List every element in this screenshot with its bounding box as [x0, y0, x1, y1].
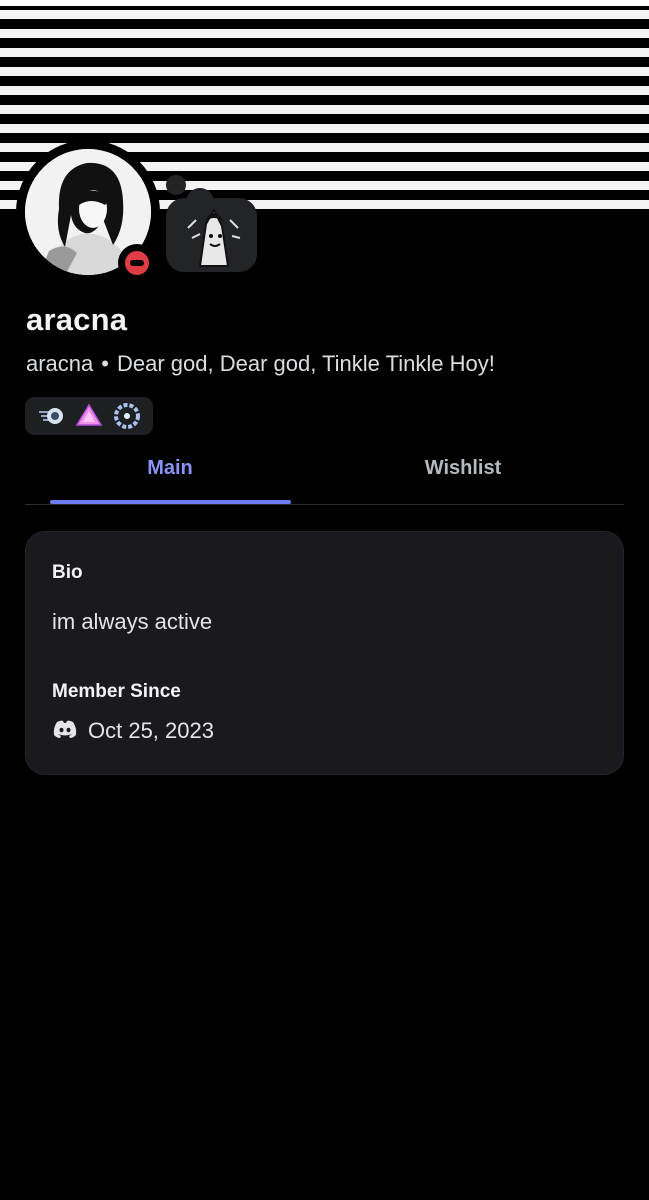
- member-since-label: Member Since: [52, 681, 181, 702]
- discord-logo-icon: [52, 719, 78, 744]
- profile-info-card: Bio im always active Member Since Oct 25…: [25, 531, 624, 775]
- tab-wishlist[interactable]: Wishlist: [343, 457, 583, 480]
- profile-tabs: Main Wishlist: [25, 440, 624, 506]
- custom-status-bubble[interactable]: [166, 198, 257, 272]
- member-since-date: Oct 25, 2023: [88, 718, 214, 743]
- laurel-badge-icon[interactable]: [113, 402, 141, 430]
- member-since-row: Oct 25, 2023: [52, 718, 214, 744]
- pink-triangle-icon[interactable]: [75, 402, 103, 430]
- hypesquad-speed-icon[interactable]: [37, 402, 65, 430]
- tabs-divider: [25, 504, 624, 505]
- tab-main[interactable]: Main: [50, 457, 290, 480]
- username-text: aracna: [26, 351, 94, 376]
- dnd-bar: [130, 260, 144, 266]
- separator-dot: •: [101, 351, 109, 376]
- profile-subline: aracna • Dear god, Dear god, Tinkle Tinkle…: [26, 351, 495, 377]
- bio-text: im always active: [52, 609, 213, 634]
- bio-label: Bio: [52, 562, 83, 583]
- status-sticker-image: [187, 207, 241, 267]
- status-bubble-dot-small: [166, 175, 186, 195]
- pronouns-status-text: Dear god, Dear god, Tinkle Tinkle Hoy!: [116, 351, 495, 376]
- dnd-status-indicator: [118, 244, 156, 282]
- banner-top-edge: [0, 0, 649, 6]
- badge-row: [25, 397, 153, 435]
- display-name: aracna: [26, 302, 128, 337]
